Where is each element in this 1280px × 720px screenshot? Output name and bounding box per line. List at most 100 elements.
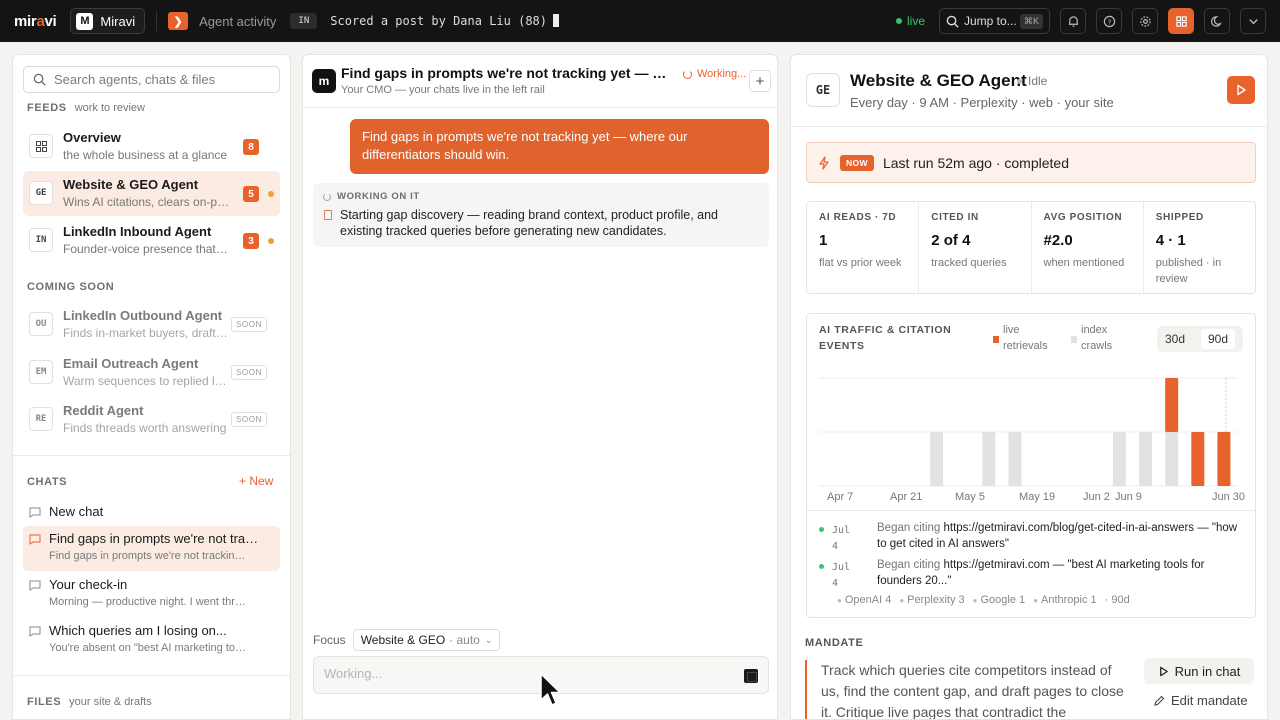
traffic-chart-card: AI TRAFFIC & CITATION EVENTS live retrie… [806,313,1256,618]
section-divider [13,455,290,456]
now-badge: NOW [840,154,874,171]
activity-chevron-icon[interactable]: ❯ [168,12,189,30]
agent-state: Idle [1017,74,1047,88]
focus-row: Focus Website & GEO · auto ⌄ [313,629,501,651]
stat-note: flat vs prior week [819,257,902,269]
stat-label: SHIPPED [1155,212,1204,223]
soon-item-desc: Finds threads worth answering [63,421,227,435]
run-in-chat-button[interactable]: Run in chat [1144,658,1254,684]
last-run-text: Last run 52m ago · completed [882,154,1069,171]
chat-item-find-gaps[interactable]: Find gaps in prompts we're not tracking … [23,526,280,571]
x-tick-label: Apr 21 [890,491,922,503]
sidebar-search-input[interactable] [54,72,274,87]
mandate-text: Track which queries cite competitors ins… [805,660,1125,719]
soon-badge: SOON [231,412,267,427]
theme-toggle-button[interactable] [1204,8,1230,34]
bar-live-retrievals[interactable] [1191,432,1205,486]
chat-item-title: Your check-in [49,577,128,592]
stat-label: CITED IN [931,212,979,223]
feed-item-linkedin-inbound[interactable]: IN LinkedIn Inbound Agent Founder-voice … [23,218,280,263]
chat-item-preview: Find gaps in prompts we're not tracking … [49,550,249,562]
topbar-divider [156,11,158,31]
play-icon [1237,84,1246,96]
soon-badge: SOON [231,365,267,380]
stat-label: AVG POSITION [1043,212,1123,223]
agent-code: EM [29,360,53,384]
bar-index-crawls[interactable] [930,432,944,486]
bar-index-crawls[interactable] [1008,432,1022,486]
focus-value: Website & GEO [360,633,446,647]
bar-live-retrievals[interactable] [1165,378,1179,432]
stop-button[interactable] [744,669,758,683]
notifications-button[interactable] [1060,8,1086,34]
edit-mandate-button[interactable]: Edit mandate [1153,693,1248,708]
panel-divider [791,126,1267,127]
feed-count-badge: 5 [243,186,259,202]
activity-source-badge: IN [290,13,318,29]
svg-text:?: ? [1107,17,1111,26]
focus-mode: · auto [449,633,480,647]
gear-icon [1139,15,1151,27]
working-label: WORKING ON IT [323,191,420,202]
message-input[interactable] [324,666,704,681]
agent-code: OU [29,312,53,336]
chat-item-title: Which queries am I losing on... [49,623,227,638]
workspace-switcher[interactable]: M Miravi [70,8,146,34]
soon-item-desc: Warm sequences to replied leads [63,374,231,388]
bar-index-crawls[interactable] [1139,432,1153,486]
settings-button[interactable] [1132,8,1158,34]
chat-item-check-in[interactable]: Your check-in Morning — productive night… [23,572,280,617]
sidebar-search[interactable] [23,66,280,93]
run-agent-button[interactable] [1227,76,1255,104]
apps-button[interactable] [1168,8,1194,34]
bar-live-retrievals[interactable] [1217,432,1231,486]
bar-index-crawls[interactable] [982,432,996,486]
focus-select[interactable]: Website & GEO · auto ⌄ [352,629,501,651]
feed-count-badge: 8 [243,139,259,155]
left-sidebar: FEEDSwork to review Overview the whole b… [12,54,291,720]
new-chat-button[interactable]: + New [239,474,273,488]
document-icon [324,210,332,220]
grid-icon [1175,15,1187,27]
chat-bubble-icon [29,626,41,637]
chat-item-new[interactable]: New chat [23,499,280,525]
chat-item-losing-queries[interactable]: Which queries am I losing on... You're a… [23,618,280,663]
activity-label: Agent activity [199,13,277,29]
stats-row: AI READS · 7D 1 flat vs prior week CITED… [806,201,1256,294]
bar-index-crawls[interactable] [1112,432,1126,486]
live-status: live [895,14,925,28]
feed-item-name: LinkedIn Inbound Agent [63,224,212,239]
account-menu-button[interactable] [1240,8,1266,34]
chat-item-title: Find gaps in prompts we're not tracking … [49,531,259,546]
stat-label: AI READS · 7D [819,212,897,223]
files-heading: FILES your site & drafts [27,696,152,708]
soon-item-linkedin-outbound[interactable]: OU LinkedIn Outbound Agent Finds in-mark… [23,302,280,347]
provider-openai: OpenAI 4 [837,594,891,606]
app-logo[interactable]: miravi [14,13,57,30]
cmo-avatar: m [312,69,336,93]
jump-to-button[interactable]: Jump to... ⌘K [939,8,1050,34]
provider-perplexity: Perplexity 3 [899,594,964,606]
help-button[interactable]: ? [1096,8,1122,34]
stat-note: tracked queries [931,257,1007,269]
x-tick-label: May 5 [955,491,985,503]
chat-bubble-icon [29,507,41,518]
jump-shortcut: ⌘K [1019,13,1043,29]
section-divider [13,675,290,676]
grid-icon [29,134,53,158]
coming-soon-heading: COMING SOON [27,281,115,293]
pencil-icon [1154,695,1165,706]
stat-note: published · in review [1155,257,1222,285]
stat-avg-position: AVG POSITION #2.0 when mentioned [1032,202,1144,293]
agent-code: GE [29,181,53,205]
feed-item-overview[interactable]: Overview the whole business at a glance … [23,124,280,169]
chat-item-title: New chat [49,504,104,519]
tab-30d[interactable]: 30d [1165,332,1185,346]
soon-item-email-outreach[interactable]: EM Email Outreach Agent Warm sequences t… [23,350,280,395]
bar-index-crawls[interactable] [1165,432,1179,486]
soon-item-reddit[interactable]: RE Reddit Agent Finds threads worth answ… [23,397,280,442]
feed-item-website-geo[interactable]: GE Website & GEO Agent Wins AI citations… [23,171,280,216]
focus-label: Focus [313,633,346,647]
new-thread-button[interactable]: + [749,70,771,92]
tab-90d[interactable]: 90d [1200,329,1236,349]
